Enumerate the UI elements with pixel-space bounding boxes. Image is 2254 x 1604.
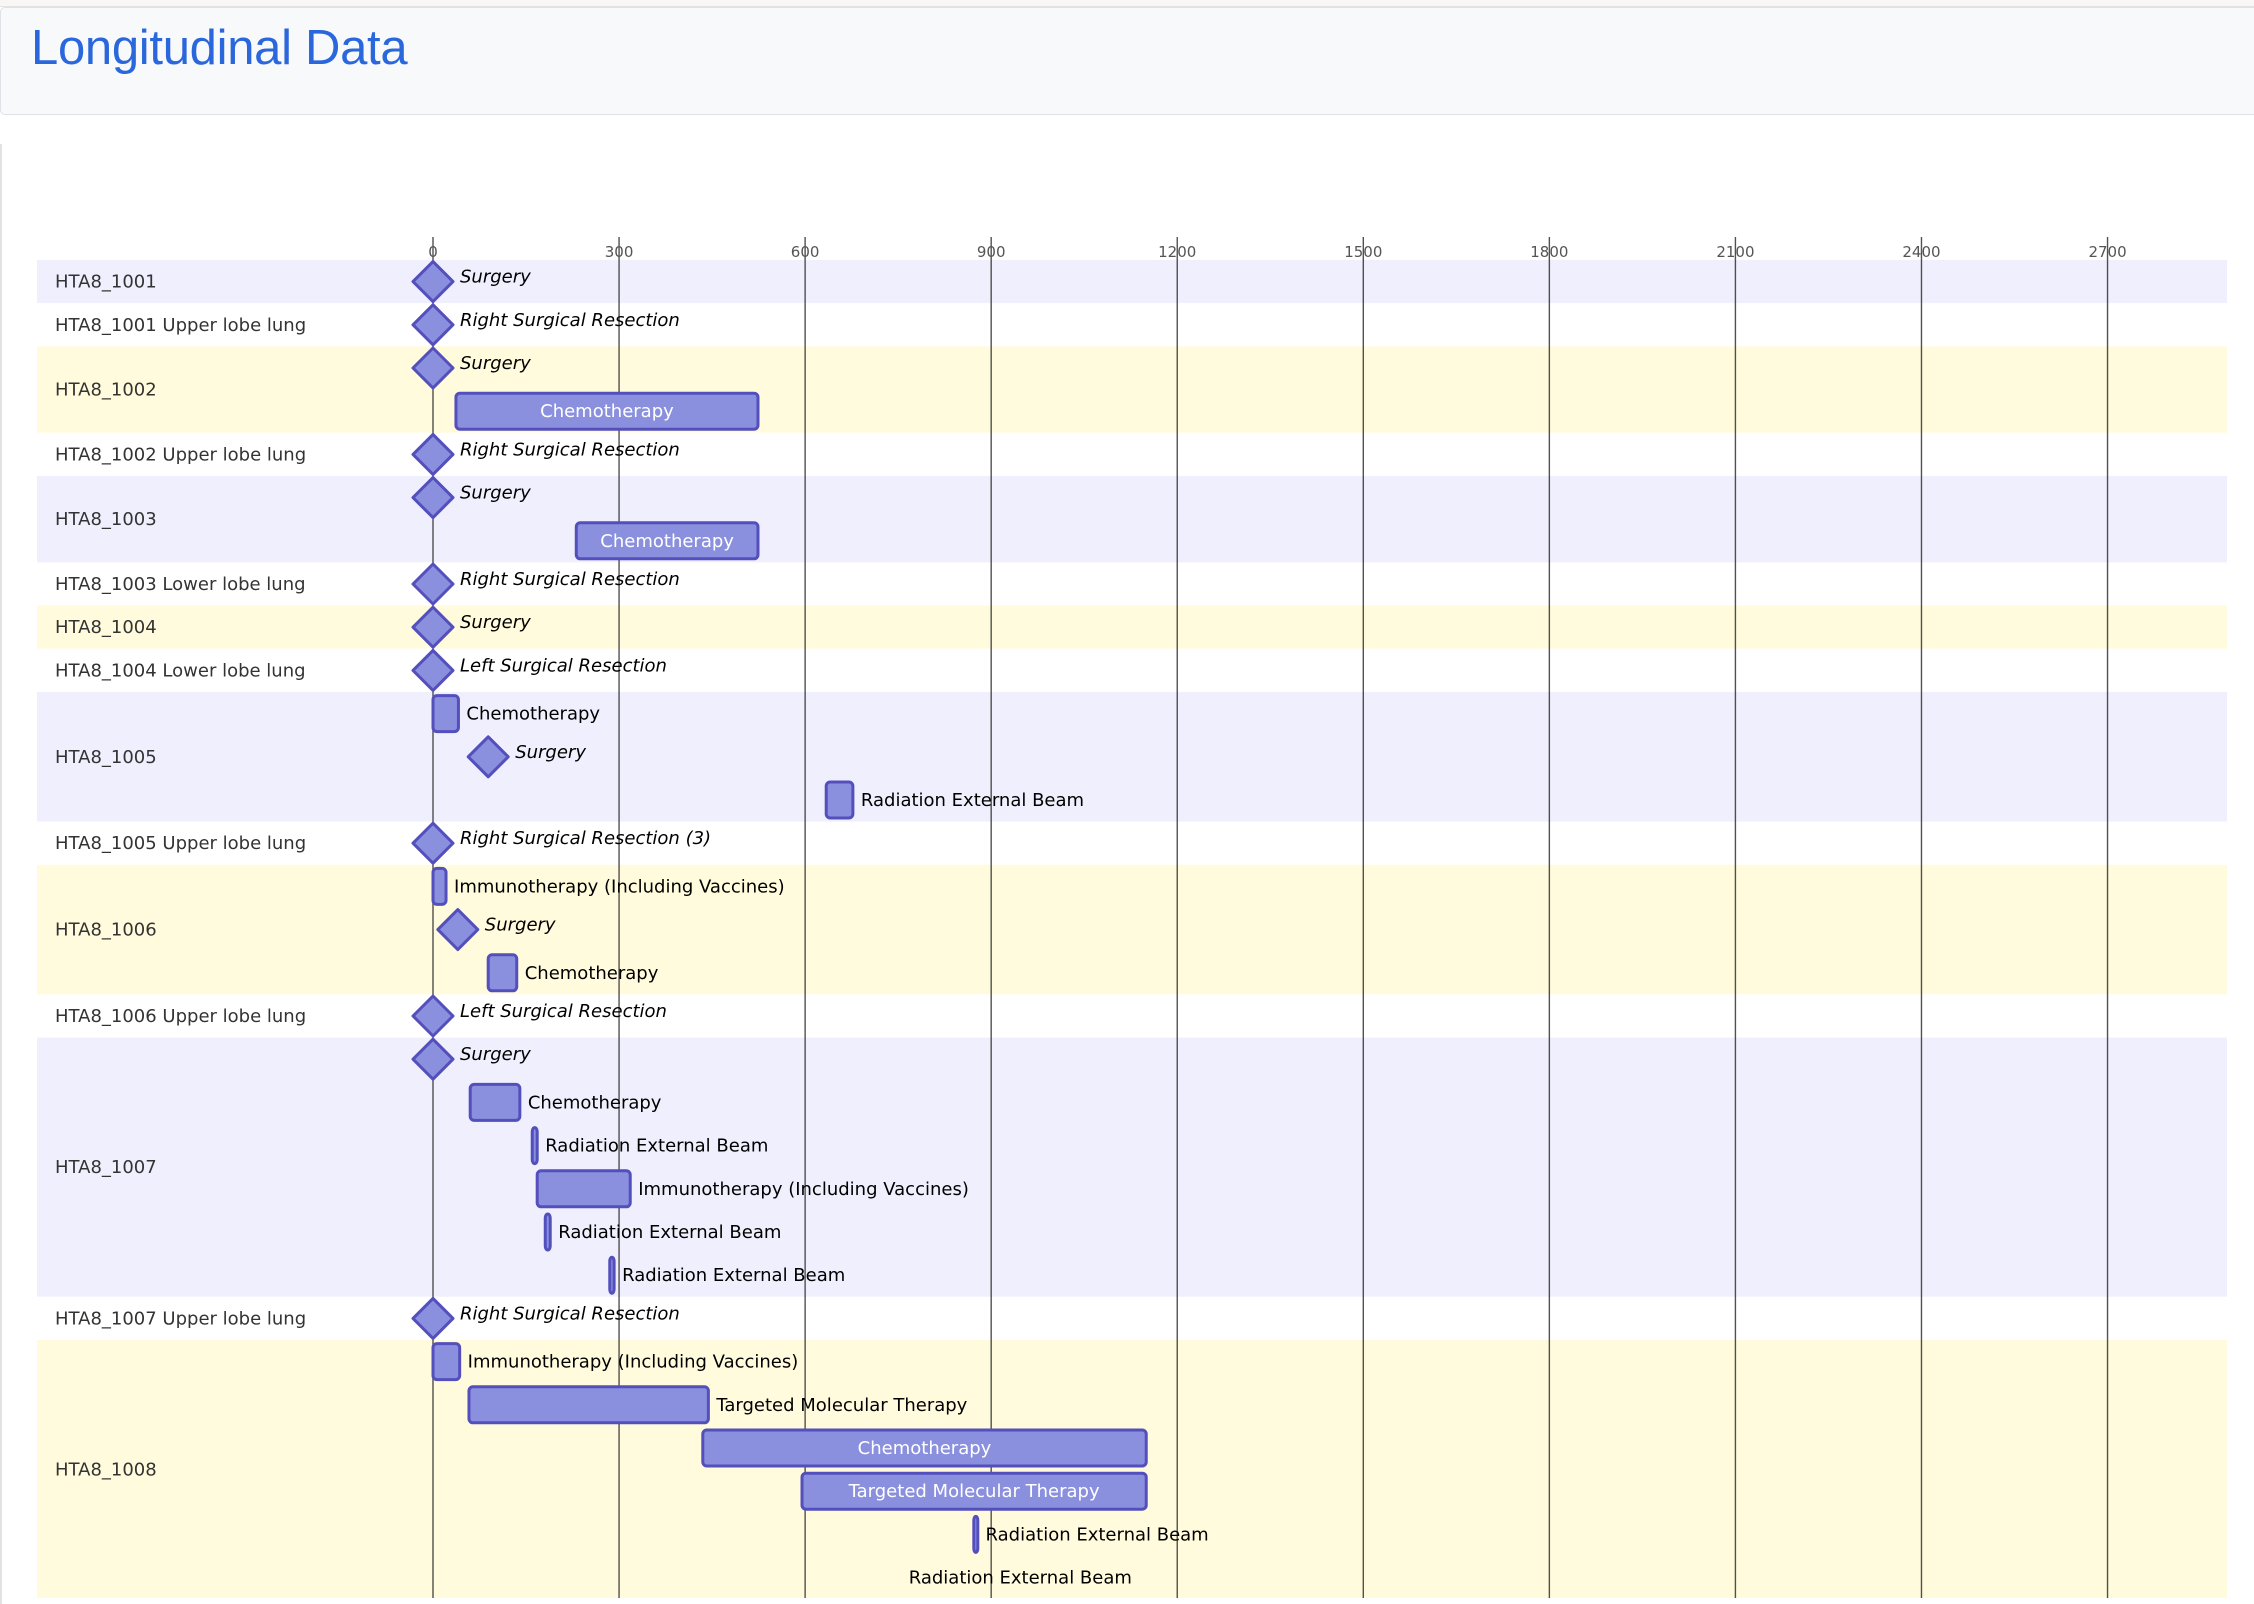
task-bar[interactable] <box>972 1514 980 1554</box>
task-label: Radiation External Beam <box>986 1524 1209 1545</box>
section-label: HTA8_1003 <box>55 509 157 530</box>
section-band <box>37 303 2227 347</box>
task-label: Targeted Molecular Therapy <box>715 1395 967 1416</box>
section-label: HTA8_1007 <box>55 1157 157 1178</box>
task-label: Targeted Molecular Therapy <box>848 1481 1100 1502</box>
task-label: Chemotherapy <box>466 704 600 725</box>
task-label: Immunotherapy (Including Vaccines) <box>638 1179 969 1200</box>
task-label: Chemotherapy <box>540 401 674 422</box>
task-bar[interactable] <box>543 1212 552 1252</box>
section-bands <box>37 260 2227 1598</box>
task-label: Chemotherapy <box>528 1092 662 1113</box>
axis-ticks: 0 300 600 900 1200 1500 1800 2100 2400 2700 <box>428 243 2126 261</box>
tick-label: 1800 <box>1530 243 1568 261</box>
milestone-label: Right Surgical Resection (3) <box>460 828 711 849</box>
task-bar[interactable] <box>530 1126 539 1166</box>
tick-label: 300 <box>605 243 634 261</box>
milestone-label: Surgery <box>485 915 556 936</box>
section-label: HTA8_1003 Lower lobe lung <box>55 574 306 595</box>
task-label: Chemotherapy <box>600 531 734 552</box>
task-bar[interactable] <box>431 1342 462 1382</box>
task-bar[interactable] <box>431 694 460 734</box>
task-label: Radiation External Beam <box>558 1222 781 1243</box>
tick-label: 1200 <box>1158 243 1196 261</box>
task-label: Chemotherapy <box>858 1438 992 1459</box>
tick-label: 2700 <box>2088 243 2126 261</box>
section-band <box>37 562 2227 606</box>
task-label: Radiation External Beam <box>622 1265 845 1286</box>
task-bar[interactable] <box>468 1082 522 1122</box>
task-bar[interactable] <box>535 1169 632 1209</box>
task-bar[interactable] <box>467 1385 710 1425</box>
section-band <box>37 260 2227 304</box>
section-band <box>37 1296 2227 1340</box>
milestone-label: Right Surgical Resection <box>460 439 680 460</box>
milestone-label: Surgery <box>460 267 531 288</box>
task-label: Radiation External Beam <box>545 1136 768 1157</box>
task-bar[interactable] <box>431 866 448 906</box>
milestone-label: Surgery <box>460 612 531 633</box>
task-label: Immunotherapy (Including Vaccines) <box>468 1352 799 1373</box>
section-band <box>37 605 2227 649</box>
gantt-chart: 0 300 600 900 1200 1500 1800 2100 2400 2700 HTA8_… <box>37 237 2227 1598</box>
section-label: HTA8_1004 <box>55 617 157 638</box>
task-label: Chemotherapy <box>525 963 659 984</box>
section-label: HTA8_1005 Upper lobe lung <box>55 833 306 854</box>
milestone-label: Right Surgical Resection <box>460 569 680 590</box>
tick-label: 0 <box>428 243 438 261</box>
tick-label: 900 <box>977 243 1006 261</box>
milestone-label: Left Surgical Resection <box>460 655 667 676</box>
milestone-label: Left Surgical Resection <box>460 1001 667 1022</box>
section-label: HTA8_1002 <box>55 380 157 401</box>
section-label: HTA8_1005 <box>55 747 157 768</box>
milestone-label: Surgery <box>515 742 586 763</box>
section-band <box>37 476 2227 563</box>
task-label: Radiation External Beam <box>909 1568 1132 1589</box>
section-band <box>37 1340 2227 1598</box>
section-band <box>37 821 2227 865</box>
milestone-label: Surgery <box>460 483 531 504</box>
milestone-label: Right Surgical Resection <box>460 1303 680 1324</box>
section-label: HTA8_1006 Upper lobe lung <box>55 1006 306 1027</box>
task-label: Immunotherapy (Including Vaccines) <box>454 876 785 897</box>
milestone-label: Right Surgical Resection <box>460 310 680 331</box>
section-band <box>37 864 2227 995</box>
tick-label: 1500 <box>1344 243 1382 261</box>
section-band <box>37 432 2227 476</box>
section-band <box>37 994 2227 1038</box>
tick-label: 2400 <box>1902 243 1940 261</box>
milestone-label: Surgery <box>460 353 531 374</box>
section-label: HTA8_1008 <box>55 1460 157 1481</box>
task-bar[interactable] <box>608 1255 616 1295</box>
section-label: HTA8_1004 Lower lobe lung <box>55 660 306 681</box>
task-label: Radiation External Beam <box>861 790 1084 811</box>
section-label: HTA8_1001 <box>55 272 157 293</box>
milestone-label: Surgery <box>460 1044 531 1065</box>
section-band <box>37 1037 2227 1297</box>
section-label: HTA8_1006 <box>55 920 157 941</box>
section-label: HTA8_1007 Upper lobe lung <box>55 1308 306 1329</box>
task-bar[interactable] <box>486 953 519 993</box>
section-band <box>37 692 2227 822</box>
tick-label: 2100 <box>1716 243 1754 261</box>
section-label: HTA8_1001 Upper lobe lung <box>55 315 306 336</box>
section-band <box>37 648 2227 692</box>
section-label: HTA8_1002 Upper lobe lung <box>55 444 306 465</box>
section-band <box>37 346 2227 433</box>
tick-label: 600 <box>791 243 820 261</box>
task-bar[interactable] <box>824 780 855 820</box>
